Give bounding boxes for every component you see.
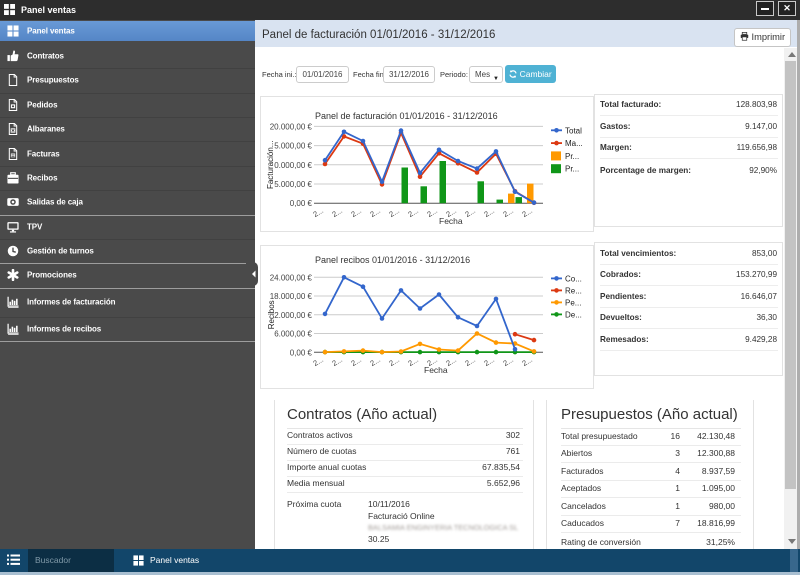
svg-text:2...: 2... [387, 355, 401, 368]
svg-text:2...: 2... [349, 206, 363, 219]
svg-text:2...: 2... [482, 355, 496, 368]
svg-text:Panel de facturación 01/01/201: Panel de facturación 01/01/2016 - 31/12/… [315, 111, 498, 121]
svg-text:2...: 2... [330, 206, 344, 219]
svg-text:Pr...: Pr... [565, 165, 579, 174]
svg-text:5.000,00 €: 5.000,00 € [274, 180, 312, 189]
svg-text:0,00 €: 0,00 € [290, 199, 313, 208]
svg-text:2...: 2... [368, 206, 382, 219]
svg-text:2...: 2... [330, 355, 344, 368]
svg-text:2...: 2... [463, 206, 477, 219]
svg-text:20.000,00 €: 20.000,00 € [270, 122, 313, 131]
svg-text:0.000,00 €: 0.000,00 € [274, 161, 312, 170]
svg-text:2...: 2... [501, 206, 515, 219]
svg-text:De...: De... [565, 310, 582, 319]
svg-text:2...: 2... [406, 206, 420, 219]
svg-text:Co...: Co... [565, 274, 582, 283]
svg-text:Ma...: Ma... [565, 139, 583, 148]
svg-text:Panel recibos 01/01/2016 - 31/: Panel recibos 01/01/2016 - 31/12/2016 [315, 255, 470, 265]
svg-text:Facturación...: Facturación... [266, 141, 275, 189]
svg-text:2...: 2... [482, 206, 496, 219]
svg-text:2...: 2... [387, 206, 401, 219]
svg-text:2...: 2... [406, 355, 420, 368]
svg-text:2...: 2... [501, 355, 515, 368]
svg-text:2...: 2... [520, 206, 534, 219]
svg-text:2...: 2... [520, 355, 534, 368]
svg-text:2...: 2... [349, 355, 363, 368]
svg-text:2...: 2... [425, 206, 439, 219]
svg-text:Total: Total [565, 126, 582, 135]
svg-text:18.000,00 €: 18.000,00 € [270, 292, 313, 301]
svg-text:Pe...: Pe... [565, 298, 581, 307]
svg-text:2.000,00 €: 2.000,00 € [274, 311, 312, 320]
svg-text:Re...: Re... [565, 286, 582, 295]
svg-text:Fecha: Fecha [424, 365, 448, 375]
svg-text:Recibos: Recibos [267, 300, 276, 329]
svg-text:0,00 €: 0,00 € [290, 348, 313, 357]
svg-text:2...: 2... [311, 206, 325, 219]
svg-text:6.000,00 €: 6.000,00 € [274, 330, 312, 339]
svg-text:2...: 2... [463, 355, 477, 368]
svg-text:24.000,00 €: 24.000,00 € [270, 273, 313, 282]
svg-text:2...: 2... [311, 355, 325, 368]
svg-text:5.000,00 €: 5.000,00 € [274, 142, 312, 151]
svg-text:Pr...: Pr... [565, 152, 579, 161]
svg-text:2...: 2... [368, 355, 382, 368]
svg-text:Fecha: Fecha [439, 216, 463, 226]
